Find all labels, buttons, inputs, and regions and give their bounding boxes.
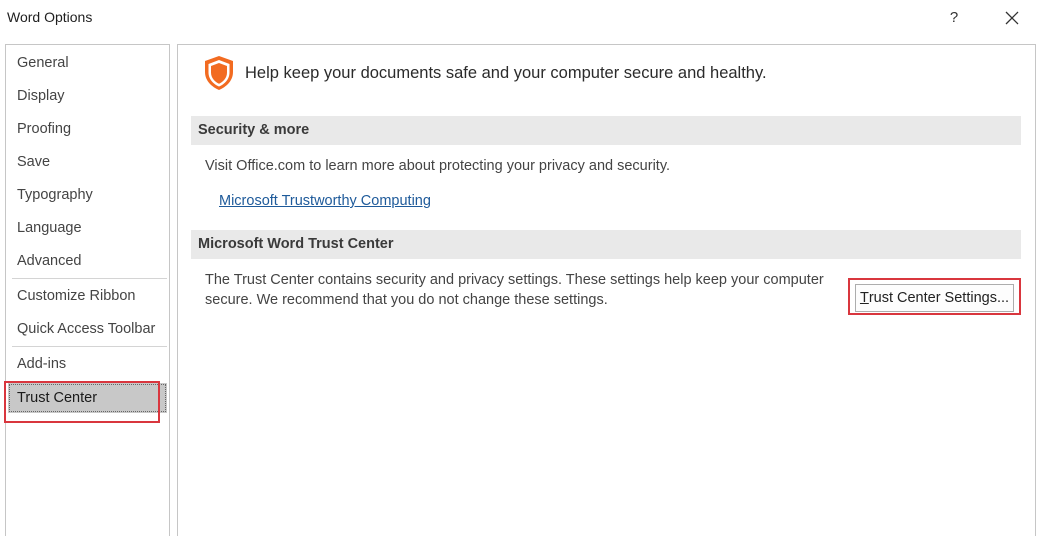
trust-center-description-line2: secure. We recommend that you do not cha… [205, 292, 608, 308]
sidebar-divider [12, 278, 167, 279]
close-button[interactable] [997, 6, 1027, 30]
trust-center-settings-button[interactable]: Trust Center Settings... [855, 284, 1014, 312]
sidebar-item-quick-access-toolbar[interactable]: Quick Access Toolbar [6, 314, 169, 344]
sidebar-item-trust-center[interactable]: Trust Center [8, 383, 167, 413]
button-mnemonic: T [859, 290, 869, 306]
sidebar-item-save[interactable]: Save [6, 147, 169, 177]
sidebar-item-customize-ribbon[interactable]: Customize Ribbon [6, 281, 169, 311]
trust-center-description-line1: The Trust Center contains security and p… [205, 272, 824, 288]
sidebar-item-advanced[interactable]: Advanced [6, 246, 169, 276]
close-icon [1005, 11, 1019, 25]
panel-header-text: Help keep your documents safe and your c… [245, 63, 767, 82]
shield-icon [205, 56, 233, 90]
trust-center-section-header: Microsoft Word Trust Center [191, 230, 1021, 259]
panel-header: Help keep your documents safe and your c… [203, 55, 767, 91]
title-bar: Word Options ? [0, 0, 1041, 36]
sidebar-item-typography[interactable]: Typography [6, 180, 169, 210]
button-label-rest: rust Center Settings... [868, 290, 1010, 306]
security-description: Visit Office.com to learn more about pro… [205, 158, 671, 174]
trust-center-panel: Help keep your documents safe and your c… [177, 44, 1036, 536]
sidebar-item-language[interactable]: Language [6, 213, 169, 243]
sidebar-item-display[interactable]: Display [6, 81, 169, 111]
sidebar-item-proofing[interactable]: Proofing [6, 114, 169, 144]
sidebar-item-add-ins[interactable]: Add-ins [6, 349, 169, 379]
sidebar-item-general[interactable]: General [6, 48, 169, 78]
options-sidebar: General Display Proofing Save Typography… [5, 44, 170, 536]
sidebar-divider [12, 346, 167, 347]
dialog-title: Word Options [7, 9, 93, 25]
security-section-header: Security & more [191, 116, 1021, 145]
help-button[interactable]: ? [943, 7, 965, 29]
word-options-dialog: Word Options ? General Display Proofing … [0, 0, 1041, 536]
trustworthy-computing-link[interactable]: Microsoft Trustworthy Computing [219, 193, 431, 209]
